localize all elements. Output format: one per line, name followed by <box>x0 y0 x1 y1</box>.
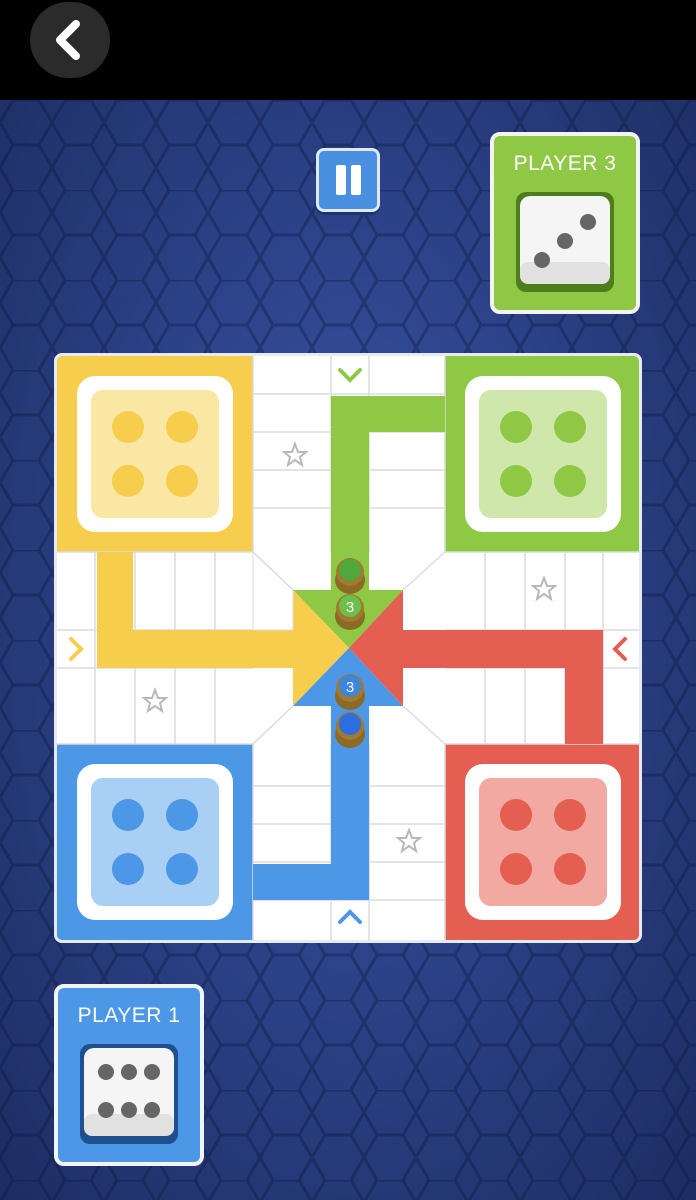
safe-star-icon <box>530 575 558 602</box>
green-token[interactable] <box>335 558 365 594</box>
blue-stack-token[interactable]: 3 <box>335 674 365 710</box>
green-arrow-down-icon <box>338 368 362 383</box>
red-arrow-left-icon <box>612 637 627 661</box>
player-3-die[interactable] <box>516 192 614 292</box>
green-stack-count: 3 <box>346 599 354 616</box>
yellow-home <box>57 356 253 552</box>
green-stack-token[interactable]: 3 <box>335 594 365 630</box>
player-1-die[interactable] <box>80 1044 178 1144</box>
safe-star-icon <box>395 827 423 854</box>
ludo-board: 3 3 <box>54 353 642 943</box>
back-button[interactable] <box>30 2 110 78</box>
pause-button[interactable] <box>316 148 380 212</box>
yellow-arrow-right-icon <box>69 637 84 661</box>
player-1-card: PLAYER 1 <box>54 984 204 1166</box>
safe-star-icon <box>141 687 169 714</box>
player-3-label: PLAYER 3 <box>513 152 617 175</box>
blue-stack-count: 3 <box>346 679 354 696</box>
safe-star-icon <box>281 441 309 468</box>
top-bar <box>0 0 696 100</box>
player-1-label: PLAYER 1 <box>77 1004 181 1027</box>
chevron-left-icon <box>56 20 80 60</box>
green-home <box>445 356 639 552</box>
blue-arrow-up-icon <box>338 909 362 924</box>
player-3-card: PLAYER 3 <box>490 132 640 314</box>
red-home <box>445 744 639 940</box>
red-path <box>403 630 603 744</box>
blue-home <box>57 744 253 940</box>
blue-token[interactable] <box>335 712 365 748</box>
